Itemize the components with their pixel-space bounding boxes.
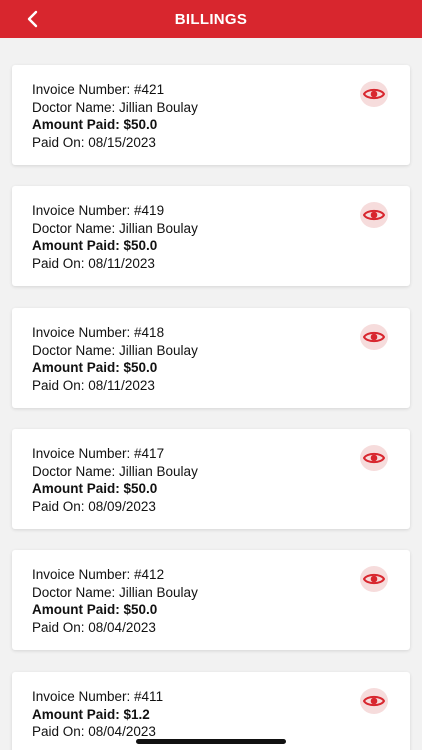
- paid-on: Paid On: 08/15/2023: [32, 134, 156, 150]
- eye-icon: [363, 331, 385, 343]
- back-button[interactable]: [22, 7, 44, 31]
- paid-on: Paid On: 08/11/2023: [32, 255, 155, 271]
- invoice-details: Invoice Number: #412 Doctor Name: Jillia…: [32, 566, 198, 636]
- invoice-card: Invoice Number: #419 Doctor Name: Jillia…: [12, 186, 410, 286]
- view-invoice-button[interactable]: [360, 688, 388, 714]
- view-invoice-button[interactable]: [360, 566, 388, 592]
- doctor-name: Doctor Name: Jillian Boulay: [32, 584, 198, 600]
- eye-icon: [363, 573, 385, 585]
- invoice-card: Invoice Number: #421 Doctor Name: Jillia…: [12, 65, 410, 165]
- amount-paid: Amount Paid: $1.2: [32, 706, 150, 722]
- invoice-card: Invoice Number: #412 Doctor Name: Jillia…: [12, 550, 410, 650]
- amount-paid: Amount Paid: $50.0: [32, 238, 158, 253]
- invoice-details: Invoice Number: #419 Doctor Name: Jillia…: [32, 202, 198, 272]
- amount-paid: Amount Paid: $50.0: [32, 117, 158, 132]
- paid-on: Paid On: 08/11/2023: [32, 377, 155, 393]
- invoice-number: Invoice Number: #411: [32, 689, 164, 704]
- home-indicator[interactable]: [136, 739, 286, 744]
- invoice-details: Invoice Number: #417 Doctor Name: Jillia…: [32, 445, 198, 515]
- amount-paid: Amount Paid: $50.0: [32, 481, 158, 496]
- amount-paid: Amount Paid: $50.0: [32, 360, 158, 375]
- billings-list[interactable]: Invoice Number: #421 Doctor Name: Jillia…: [0, 38, 422, 750]
- chevron-left-icon: [27, 10, 38, 28]
- app-header: BILLINGS: [0, 0, 422, 38]
- invoice-number: Invoice Number: #412: [32, 567, 165, 582]
- invoice-card: Invoice Number: #418 Doctor Name: Jillia…: [12, 308, 410, 408]
- view-invoice-button[interactable]: [360, 445, 388, 471]
- page-title: BILLINGS: [174, 10, 248, 28]
- paid-on: Paid On: 08/04/2023: [32, 724, 156, 739]
- invoice-number: Invoice Number: #419: [32, 203, 165, 218]
- eye-icon: [363, 452, 385, 464]
- view-invoice-button[interactable]: [360, 202, 388, 228]
- paid-on: Paid On: 08/09/2023: [32, 498, 156, 514]
- eye-icon: [363, 695, 385, 707]
- view-invoice-button[interactable]: [360, 324, 388, 350]
- invoice-card: Invoice Number: #417 Doctor Name: Jillia…: [12, 429, 410, 529]
- eye-icon: [363, 209, 385, 221]
- paid-on: Paid On: 08/04/2023: [32, 619, 156, 635]
- invoice-number: Invoice Number: #418: [32, 325, 165, 340]
- view-invoice-button[interactable]: [360, 81, 388, 107]
- invoice-details: Invoice Number: #411 Amount Paid: $1.2 P…: [32, 688, 163, 741]
- invoice-number: Invoice Number: #421: [32, 82, 165, 97]
- invoice-details: Invoice Number: #418 Doctor Name: Jillia…: [32, 324, 198, 394]
- amount-paid: Amount Paid: $50.0: [32, 602, 158, 617]
- doctor-name: Doctor Name: Jillian Boulay: [32, 220, 198, 236]
- invoice-details: Invoice Number: #421 Doctor Name: Jillia…: [32, 81, 198, 151]
- eye-icon: [363, 88, 385, 100]
- doctor-name: Doctor Name: Jillian Boulay: [32, 99, 198, 115]
- invoice-number: Invoice Number: #417: [32, 446, 165, 461]
- doctor-name: Doctor Name: Jillian Boulay: [32, 463, 198, 479]
- doctor-name: Doctor Name: Jillian Boulay: [32, 342, 198, 358]
